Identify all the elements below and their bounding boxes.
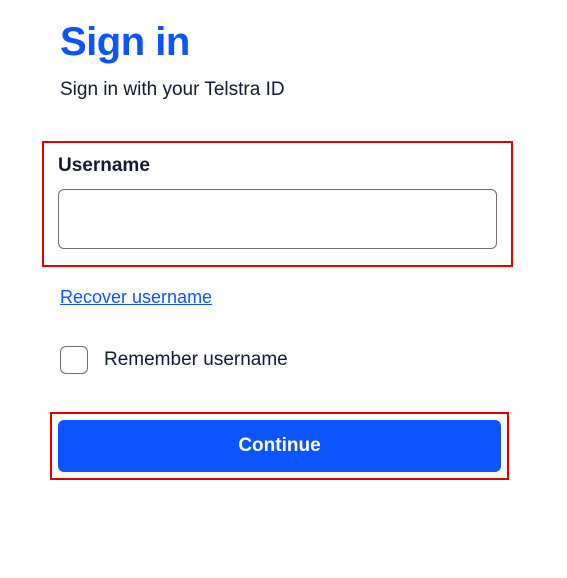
page-subtitle: Sign in with your Telstra ID [60,79,507,101]
remember-checkbox[interactable] [60,346,88,374]
username-input[interactable] [58,189,497,249]
recover-username-link[interactable]: Recover username [60,287,212,308]
remember-label: Remember username [104,349,288,371]
continue-button[interactable]: Continue [58,420,501,472]
remember-row: Remember username [60,346,507,374]
username-label: Username [58,155,497,177]
username-field-group: Username [42,141,513,267]
page-title: Sign in [60,20,507,65]
continue-button-highlight: Continue [50,412,509,480]
